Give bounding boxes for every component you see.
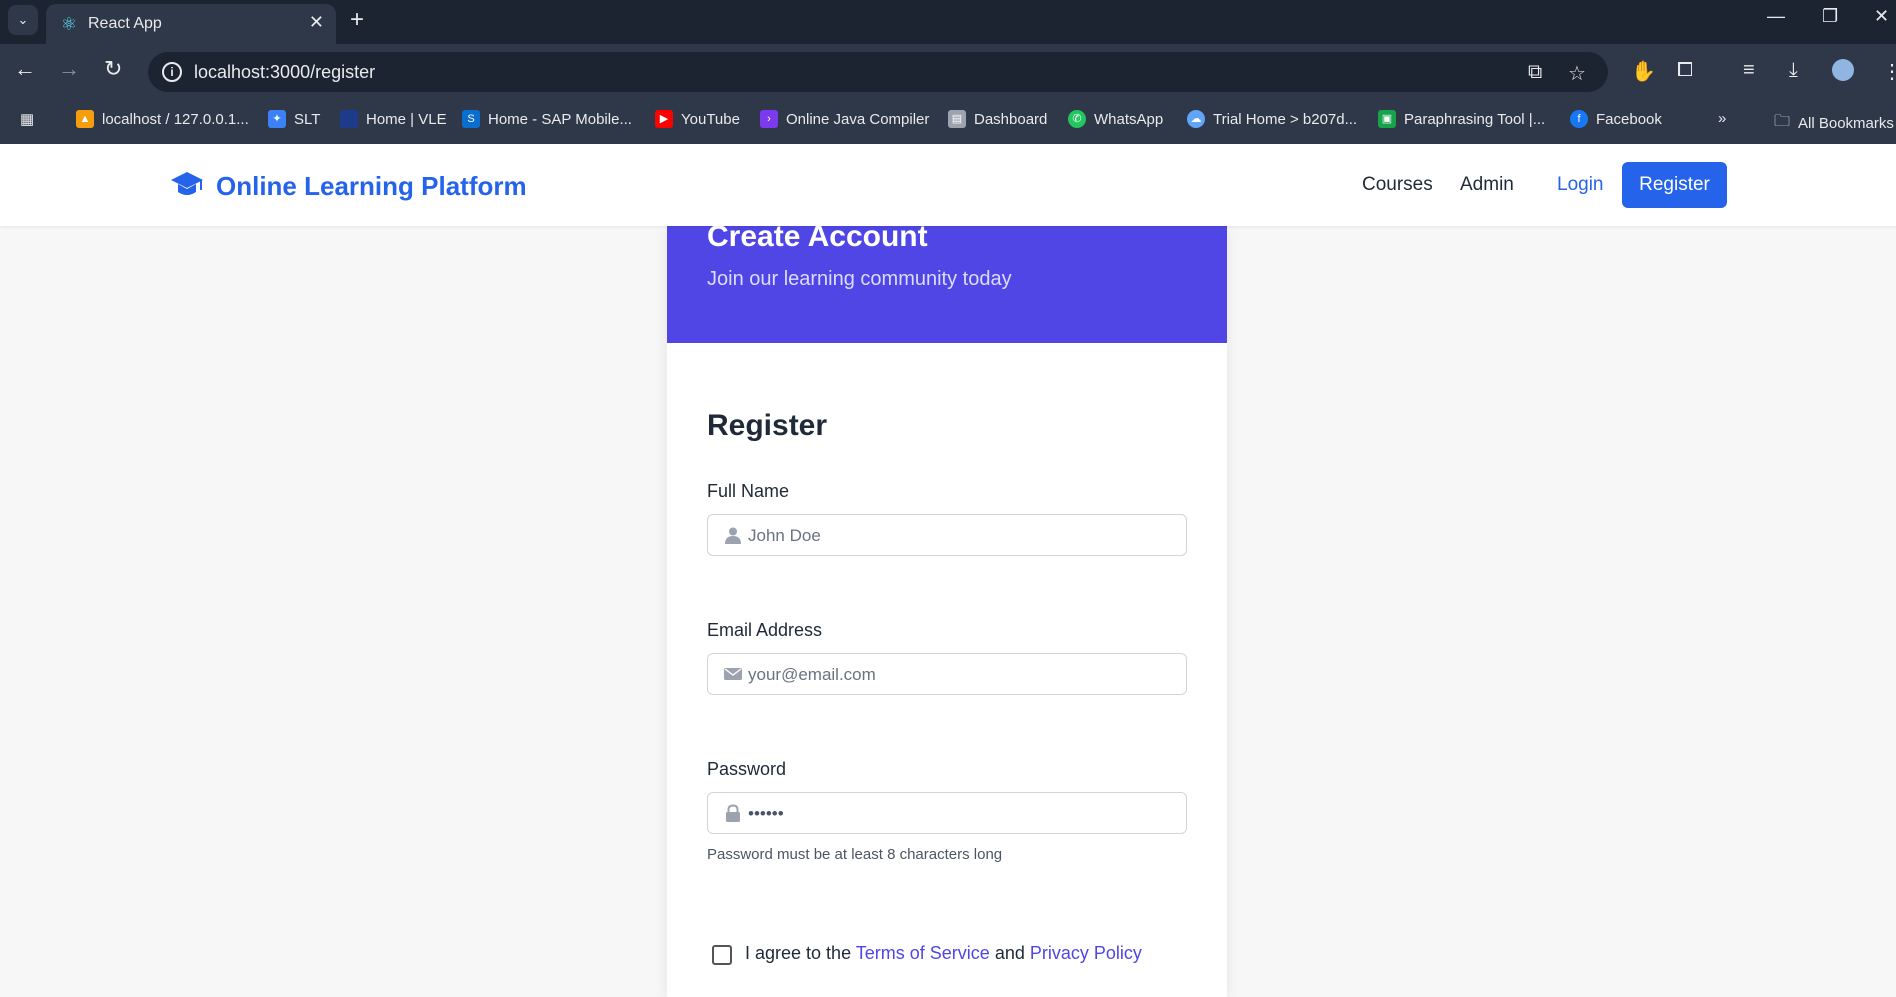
forward-button[interactable]: → xyxy=(58,56,80,82)
user-icon xyxy=(725,527,741,544)
password-value: •••••• xyxy=(748,804,784,823)
bookmark-label: YouTube xyxy=(681,110,740,128)
app-header: Online Learning Platform Courses Admin L… xyxy=(0,144,1896,226)
full-name-label: Full Name xyxy=(707,481,790,501)
profile-avatar[interactable] xyxy=(1832,59,1854,81)
back-button[interactable]: ← xyxy=(14,56,36,82)
bookmark-label: Home - SAP Mobile... xyxy=(488,110,632,128)
url-text[interactable]: localhost:3000/register xyxy=(194,62,375,83)
restore-button[interactable]: ❐ xyxy=(1822,6,1838,27)
nav-courses[interactable]: Courses xyxy=(1362,174,1433,196)
full-name-input[interactable]: John Doe xyxy=(707,514,1187,556)
bookmark-paraphrasing[interactable]: ▣ Paraphrasing Tool |... xyxy=(1378,110,1545,128)
close-tab-icon[interactable]: ✕ xyxy=(309,12,324,33)
react-icon: ⚛ xyxy=(60,14,78,34)
nav-login[interactable]: Login xyxy=(1557,174,1604,196)
whatsapp-icon: ✆ xyxy=(1068,110,1086,128)
vle-icon xyxy=(340,110,358,128)
email-placeholder: your@email.com xyxy=(748,665,876,684)
chevron-down-icon: ⌄ xyxy=(17,12,29,27)
bookmark-vle[interactable]: Home | VLE xyxy=(340,110,447,128)
bookmark-label: Dashboard xyxy=(974,110,1048,128)
password-label: Password xyxy=(707,759,787,779)
nav-admin[interactable]: Admin xyxy=(1460,174,1514,196)
email-label: Email Address xyxy=(707,620,823,640)
bookmark-label: Home | VLE xyxy=(366,110,447,128)
agree-prefix: I agree to the xyxy=(745,943,852,963)
bookmark-label: Trial Home > b207d... xyxy=(1213,110,1358,128)
facebook-icon: f xyxy=(1570,110,1588,128)
form-title: Register xyxy=(707,409,828,442)
site-info-icon[interactable]: i xyxy=(162,62,182,82)
media-control-icon[interactable]: ≡ xyxy=(1743,59,1755,82)
bookmarks-bar: ▦ ▲ localhost / 127.0.0.1... ✦ SLT Home | … xyxy=(0,94,1896,144)
card-subtitle: Join our learning community today xyxy=(707,268,1012,290)
agree-and: and xyxy=(994,943,1025,963)
bookmark-facebook[interactable]: f Facebook xyxy=(1570,110,1662,128)
brand-title[interactable]: Online Learning Platform xyxy=(216,171,527,202)
sap-icon: S xyxy=(462,110,480,128)
bookmark-trial-home[interactable]: ☁ Trial Home > b207d... xyxy=(1187,110,1357,128)
card-banner: Create Account Join our learning communi… xyxy=(667,220,1227,343)
all-bookmarks[interactable]: 🗀 All Bookmarks xyxy=(1774,110,1894,137)
browser-tab[interactable]: ⚛ React App ✕ xyxy=(46,4,336,44)
lock-icon xyxy=(726,804,740,822)
compiler-icon: › xyxy=(760,110,778,128)
youtube-icon: ▶ xyxy=(655,110,673,128)
register-card: Create Account Join our learning communi… xyxy=(667,220,1227,997)
tab-title: React App xyxy=(88,15,162,32)
slt-icon: ✦ xyxy=(268,110,286,128)
bookmark-java-compiler[interactable]: › Online Java Compiler xyxy=(760,110,929,128)
install-app-icon[interactable]: ⧉ xyxy=(1528,61,1542,84)
menu-icon[interactable]: ⋮ xyxy=(1882,59,1896,84)
bookmark-label: WhatsApp xyxy=(1094,110,1164,128)
bookmarks-overflow-icon[interactable]: » xyxy=(1718,110,1726,127)
downloads-icon[interactable]: ⤓ xyxy=(1789,59,1798,82)
bookmark-label: localhost / 127.0.0.1... xyxy=(102,110,249,128)
bookmark-sap[interactable]: S Home - SAP Mobile... xyxy=(462,110,632,128)
graduation-cap-icon xyxy=(171,172,203,195)
bookmark-localhost[interactable]: ▲ localhost / 127.0.0.1... xyxy=(76,110,249,128)
bookmark-label: Online Java Compiler xyxy=(786,110,930,128)
extension-stop-icon[interactable]: ✋ xyxy=(1631,59,1656,84)
full-name-placeholder: John Doe xyxy=(748,526,821,545)
bookmark-whatsapp[interactable]: ✆ WhatsApp xyxy=(1068,110,1163,128)
password-input[interactable]: •••••• xyxy=(707,792,1187,834)
minimize-button[interactable]: — xyxy=(1767,6,1785,27)
tab-search-button[interactable]: ⌄ xyxy=(8,5,38,35)
cloud-icon: ☁ xyxy=(1187,110,1205,128)
nav-register-button[interactable]: Register xyxy=(1622,162,1727,208)
bookmark-slt[interactable]: ✦ SLT xyxy=(268,110,320,128)
email-input[interactable]: your@email.com xyxy=(707,653,1187,695)
agree-text: I agree to the Terms of Service and Priv… xyxy=(745,943,1142,964)
browser-tab-strip: ⌄ ⚛ React App ✕ + — ❐ ✕ xyxy=(0,0,1896,44)
all-bookmarks-label: All Bookmarks xyxy=(1798,115,1894,132)
phpmyadmin-icon: ▲ xyxy=(76,110,94,128)
bookmark-star-icon[interactable]: ☆ xyxy=(1568,61,1586,86)
browser-toolbar: ← → ↻ i localhost:3000/register ⧉ ☆ ✋ ⧠ … xyxy=(0,44,1896,94)
agree-checkbox[interactable] xyxy=(712,945,732,965)
bookmark-youtube[interactable]: ▶ YouTube xyxy=(655,110,740,128)
dashboard-icon: ▤ xyxy=(948,110,966,128)
quillbot-icon: ▣ xyxy=(1378,110,1396,128)
bookmark-dashboard[interactable]: ▤ Dashboard xyxy=(948,110,1047,128)
reload-button[interactable]: ↻ xyxy=(104,56,122,82)
bookmark-label: SLT xyxy=(294,110,321,128)
address-bar[interactable]: i localhost:3000/register ⧉ ☆ xyxy=(148,52,1608,92)
privacy-link[interactable]: Privacy Policy xyxy=(1030,943,1142,963)
password-hint: Password must be at least 8 characters l… xyxy=(707,846,1003,863)
envelope-icon xyxy=(724,668,742,680)
bookmark-label: Paraphrasing Tool |... xyxy=(1404,110,1546,128)
bookmark-label: Facebook xyxy=(1596,110,1662,128)
folder-icon: 🗀 xyxy=(1774,113,1791,130)
new-tab-button[interactable]: + xyxy=(350,6,364,34)
extensions-icon[interactable]: ⧠ xyxy=(1677,59,1693,82)
terms-link[interactable]: Terms of Service xyxy=(856,943,990,963)
close-window-button[interactable]: ✕ xyxy=(1874,6,1889,27)
apps-grid-icon[interactable]: ▦ xyxy=(20,110,34,128)
